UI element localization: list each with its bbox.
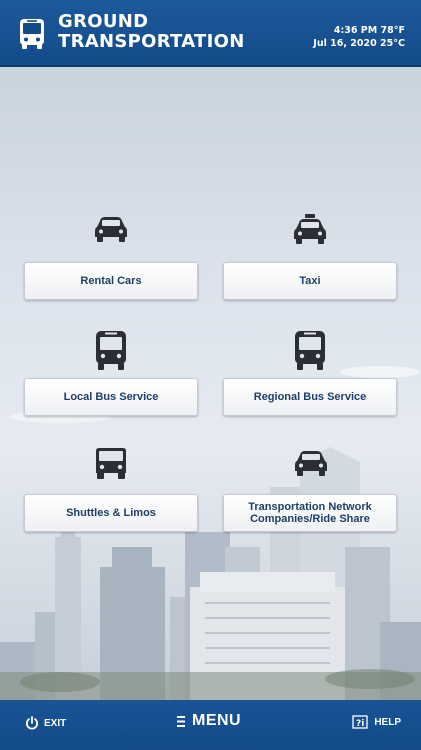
option-label: Transportation Network Companies/Ride Sh… [248, 501, 372, 525]
menu-label: MENU [192, 712, 242, 729]
option-label: Local Bus Service [63, 391, 159, 403]
help-button[interactable]: ?i HELP [352, 715, 401, 730]
time-temperature-f: 4:36 PM 78°F [333, 25, 405, 36]
exit-label: EXIT [44, 717, 67, 729]
page-title: GROUND TRANSPORTATION [58, 11, 245, 52]
taxi-icon [294, 214, 326, 244]
option-regional-bus-service[interactable]: Regional Bus Service [223, 378, 397, 416]
option-label: Taxi [299, 275, 321, 287]
header-bar: GROUND TRANSPORTATION 4:36 PM 78°F Jul 1… [0, 0, 421, 67]
option-label: Shuttles & Limos [66, 507, 156, 519]
option-taxi[interactable]: Taxi [223, 262, 397, 300]
svg-text:?i: ?i [356, 719, 364, 729]
hamburger-icon [177, 715, 185, 727]
datetime-weather: 4:36 PM 78°F Jul 16, 2020 25°C [313, 24, 405, 50]
option-shuttles-limos[interactable]: Shuttles & Limos [24, 494, 198, 532]
power-icon [25, 716, 39, 730]
car-icon [295, 451, 327, 476]
option-label: Rental Cars [80, 275, 142, 287]
car-icon [95, 217, 127, 242]
option-label: Regional Bus Service [253, 391, 367, 403]
option-ride-share[interactable]: Transportation Network Companies/Ride Sh… [223, 494, 397, 532]
main-content: Rental Cars Taxi Local Bus Service Regio… [0, 67, 421, 700]
help-icon: ?i [352, 715, 368, 729]
date-temperature-c: Jul 16, 2020 25°C [313, 38, 405, 49]
help-label: HELP [374, 717, 401, 728]
bus-icon [96, 331, 126, 370]
option-local-bus-service[interactable]: Local Bus Service [24, 378, 198, 416]
footer-bar: EXIT MENU ?i HELP [0, 700, 421, 750]
bus-icon [20, 19, 44, 49]
exit-button[interactable]: EXIT [25, 716, 66, 730]
menu-button[interactable]: MENU [177, 712, 241, 730]
option-rental-cars[interactable]: Rental Cars [24, 262, 198, 300]
bus-icon [295, 331, 325, 370]
shuttle-icon [96, 448, 126, 479]
